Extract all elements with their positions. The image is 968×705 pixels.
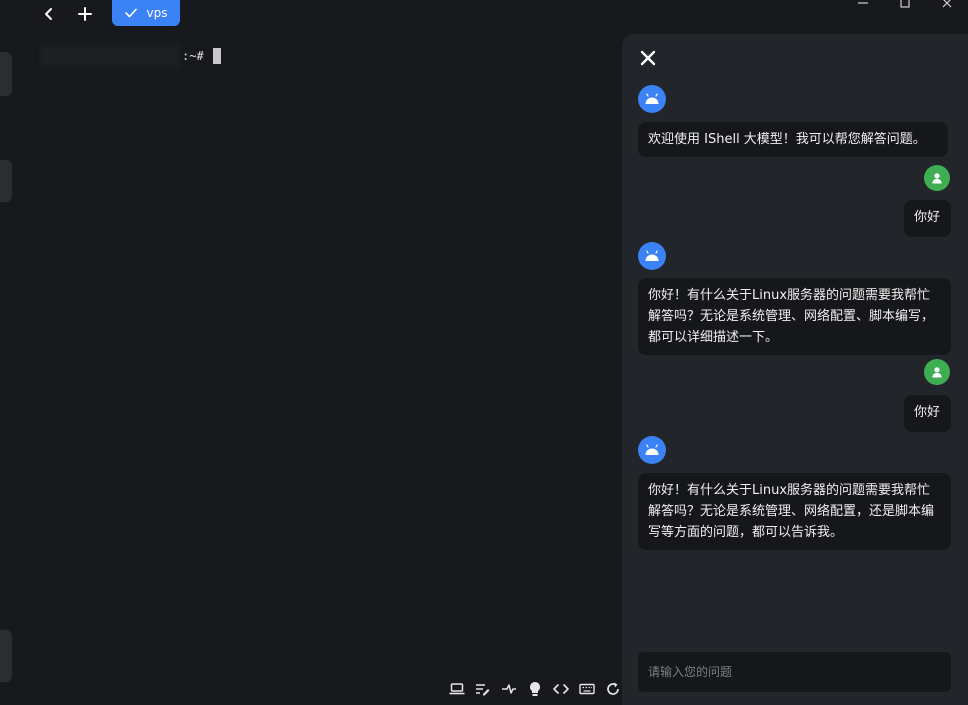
prompt-suffix: :~#	[182, 49, 204, 63]
assistant-avatar	[638, 85, 666, 113]
person-icon	[932, 367, 942, 378]
android-icon	[645, 250, 659, 261]
close-icon[interactable]	[638, 48, 658, 68]
back-icon[interactable]	[38, 3, 60, 25]
ai-chat-panel: 欢迎使用 IShell 大模型！我可以帮您解答问题。 你好 你好！有什么关于Li…	[622, 34, 968, 705]
refresh-icon[interactable]	[604, 680, 622, 698]
code-icon[interactable]	[552, 680, 570, 698]
message-text: 欢迎使用 IShell 大模型！我可以帮您解答问题。	[648, 132, 926, 147]
side-panel-handle[interactable]	[0, 160, 12, 202]
check-icon	[124, 8, 137, 18]
tab-vps[interactable]: vps	[112, 0, 180, 26]
add-tab-icon[interactable]	[74, 3, 96, 25]
user-avatar	[924, 165, 950, 191]
side-panel-handle[interactable]	[0, 52, 12, 96]
assistant-avatar	[638, 436, 666, 464]
person-icon	[932, 173, 942, 184]
laptop-icon[interactable]	[448, 680, 466, 698]
user-avatar	[924, 359, 950, 385]
tab-label: vps	[146, 6, 168, 20]
assistant-avatar	[638, 242, 666, 270]
title-bar: vps	[0, 0, 968, 28]
chat-input[interactable]	[638, 652, 951, 692]
chat-message-user: 你好	[904, 395, 951, 432]
transfer-icon[interactable]	[500, 680, 518, 698]
side-panel-handle[interactable]	[0, 630, 12, 682]
chat-message-assistant: 欢迎使用 IShell 大模型！我可以帮您解答问题。	[638, 122, 948, 157]
message-text: 你好	[914, 210, 941, 225]
window-close-icon[interactable]	[937, 0, 957, 12]
keyboard-icon[interactable]	[578, 680, 596, 698]
chat-message-assistant: 你好！有什么关于Linux服务器的问题需要我帮忙解答吗？无论是系统管理、网络配置…	[638, 278, 951, 355]
lightbulb-icon[interactable]	[526, 680, 544, 698]
message-text: 你好	[914, 405, 941, 420]
bottom-toolbar	[448, 679, 630, 699]
edit-list-icon[interactable]	[474, 680, 492, 698]
chat-message-assistant: 你好！有什么关于Linux服务器的问题需要我帮忙解答吗？无论是系统管理、网络配置…	[638, 473, 951, 550]
hostname-redacted	[40, 44, 180, 68]
chat-message-user: 你好	[904, 200, 951, 237]
terminal-cursor	[212, 48, 221, 64]
android-icon	[645, 93, 659, 104]
message-text: 你好！有什么关于Linux服务器的问题需要我帮忙解答吗？无论是系统管理、网络配置…	[648, 483, 935, 540]
minimize-icon[interactable]	[853, 0, 873, 12]
android-icon	[645, 444, 659, 455]
maximize-icon[interactable]	[895, 0, 915, 12]
terminal-area[interactable]: :~#	[30, 36, 620, 666]
message-text: 你好！有什么关于Linux服务器的问题需要我帮忙解答吗？无论是系统管理、网络配置…	[648, 288, 935, 345]
terminal-prompt: :~#	[40, 44, 221, 68]
